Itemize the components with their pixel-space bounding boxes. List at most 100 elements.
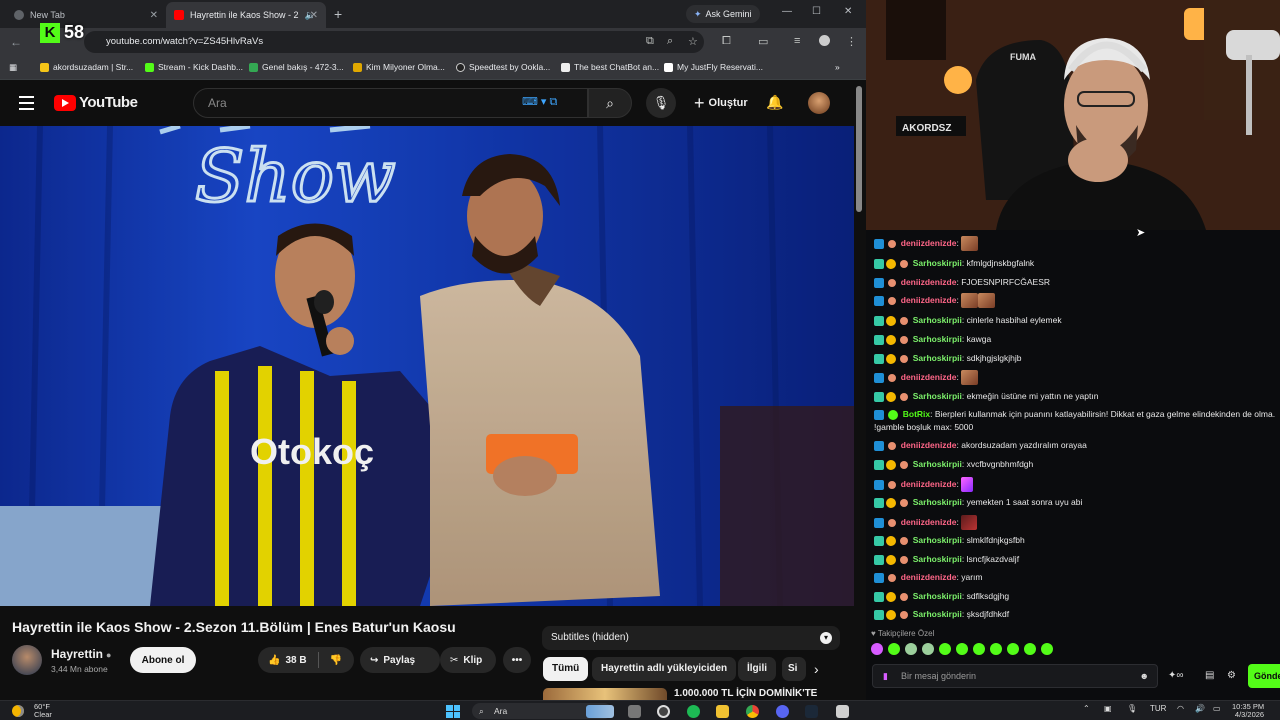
chip-all[interactable]: Tümü — [543, 657, 589, 681]
chevron-down-icon[interactable]: ▾ — [820, 632, 832, 644]
chat-username[interactable]: Sarhoskirpii — [913, 459, 962, 469]
subscribe-button[interactable]: Abone ol — [130, 647, 196, 673]
minimize-button[interactable]: — — [782, 6, 792, 17]
subtitles-panel[interactable]: Subtitles (hidden) ▾ — [542, 626, 840, 650]
bookmark-item[interactable]: akordsuzadam | Str... — [40, 62, 133, 72]
chat-username[interactable]: Sarhoskirpii — [913, 334, 962, 344]
thumbs-up-icon[interactable]: 👍 — [268, 655, 280, 666]
channel-name[interactable]: Hayrettin ● — [51, 647, 111, 661]
emote-icon[interactable] — [1007, 643, 1019, 655]
ask-gemini-button[interactable]: ✦ Ask Gemini — [686, 5, 760, 23]
address-bar[interactable]: youtube.com/watch?v=ZS45HlvRaVs — [84, 31, 704, 53]
emote-icon[interactable] — [973, 643, 985, 655]
chat-username[interactable]: deniizdenizde — [901, 479, 957, 489]
zoom-icon[interactable]: ⌕ — [667, 35, 673, 48]
more-actions-button[interactable]: ••• — [503, 647, 531, 673]
create-button[interactable]: + Oluştur — [686, 88, 756, 118]
chat-username[interactable]: deniizdenizde — [901, 277, 957, 287]
notifications-bell-icon[interactable]: 🔔 — [766, 94, 783, 111]
chip-overflow[interactable]: Si — [782, 657, 806, 681]
weather-widget[interactable]: 60°F Clear — [34, 703, 52, 719]
chat-username[interactable]: deniizdenizde — [901, 517, 957, 527]
file-explorer-icon[interactable] — [716, 705, 729, 718]
new-tab-button[interactable]: + — [334, 6, 342, 22]
app-icon[interactable] — [836, 705, 849, 718]
keyboard-icon[interactable]: ⌨ ▾ ⧉ — [522, 95, 557, 109]
close-icon[interactable]: ✕ — [310, 10, 318, 21]
clip-button[interactable]: ✂ Klip — [440, 647, 496, 673]
system-clock[interactable]: 10:35 PM 4/3/2026 — [1232, 703, 1264, 719]
emote-icon[interactable] — [888, 643, 900, 655]
chat-username[interactable]: deniizdenizde — [901, 372, 957, 382]
steam-icon[interactable] — [805, 705, 818, 718]
emote-icon[interactable] — [990, 643, 1002, 655]
close-window-button[interactable]: ✕ — [844, 6, 852, 17]
microphone-icon[interactable]: 🎙 — [1127, 704, 1137, 713]
emote-icon[interactable] — [1041, 643, 1053, 655]
tray-app-icon[interactable]: ▣ — [1104, 704, 1112, 713]
spotify-icon[interactable] — [687, 705, 700, 718]
channel-points-button[interactable]: ✦∞ — [1168, 670, 1184, 681]
chat-username[interactable]: Sarhoskirpii — [913, 315, 962, 325]
emote-icon[interactable] — [905, 643, 917, 655]
thumbs-down-icon[interactable]: 👎 — [330, 655, 342, 666]
emote-icon[interactable] — [922, 643, 934, 655]
chat-username[interactable]: Sarhoskirpii — [913, 258, 962, 268]
apps-grid-icon[interactable]: ▦ — [9, 62, 17, 73]
chip-from-uploader[interactable]: Hayrettin adlı yükleyiciden — [592, 657, 737, 681]
tab-youtube[interactable]: Hayrettin ile Kaos Show - 2 🔈 ✕ — [166, 2, 326, 28]
bookmarks-overflow-icon[interactable]: » — [835, 62, 840, 72]
chevron-right-icon[interactable]: › — [814, 661, 819, 677]
media-icon[interactable]: ≡ — [794, 35, 800, 47]
chat-username[interactable]: Sarhoskirpii — [913, 353, 962, 363]
bookmark-item[interactable]: Kim Milyoner Olma... — [353, 62, 445, 72]
voice-search-button[interactable]: 🎙 — [646, 88, 676, 118]
emote-icon[interactable] — [871, 643, 883, 655]
chat-message-input[interactable]: ▮ Bir mesaj gönderin ☻ — [872, 664, 1158, 688]
emote-icon[interactable] — [939, 643, 951, 655]
chat-username[interactable]: Sarhoskirpii — [913, 497, 962, 507]
volume-icon[interactable]: 🔊 — [1195, 704, 1205, 713]
search-button[interactable]: ⌕ — [588, 88, 632, 118]
tab-new-tab[interactable]: New Tab ✕ — [6, 2, 166, 28]
youtube-logo[interactable]: YouTube — [54, 94, 138, 111]
recommended-title[interactable]: 1.000.000 TL İÇİN DOMİNİK'TE — [674, 688, 817, 699]
chat-username[interactable]: BotRix — [903, 409, 930, 419]
bookmark-item[interactable]: Genel bakış - 472-3... — [249, 62, 344, 72]
discord-icon[interactable] — [776, 705, 789, 718]
battery-icon[interactable]: ▭ — [1213, 704, 1221, 713]
page-scrollbar[interactable] — [856, 86, 862, 212]
task-view-icon[interactable] — [628, 705, 641, 718]
recommended-thumbnail[interactable] — [543, 688, 667, 700]
chat-username[interactable]: deniizdenizde — [901, 572, 957, 582]
bookmark-item[interactable]: Stream - Kick Dashb... — [145, 62, 243, 72]
gear-icon[interactable]: ⚙ — [1227, 670, 1236, 681]
profile-icon[interactable] — [819, 35, 830, 46]
chat-username[interactable]: deniizdenizde — [901, 440, 957, 450]
channel-avatar[interactable] — [12, 645, 42, 675]
language-indicator[interactable]: TUR — [1150, 704, 1166, 713]
calendar-icon[interactable]: ▤ — [1205, 670, 1214, 681]
video-player[interactable]: Show Otokoç — [0, 126, 854, 606]
emoji-picker-icon[interactable]: ☻ — [1140, 665, 1149, 687]
steam-like-icon[interactable] — [657, 705, 670, 718]
chat-username[interactable]: Sarhoskirpii — [913, 591, 962, 601]
wifi-icon[interactable]: ◠ — [1177, 704, 1184, 713]
back-icon[interactable]: ← — [10, 35, 22, 49]
hamburger-menu-icon[interactable] — [19, 96, 34, 114]
chat-username[interactable]: deniizdenizde — [901, 295, 957, 305]
tray-overflow-icon[interactable]: ⌃ — [1083, 704, 1090, 713]
chat-username[interactable]: deniizdenizde — [901, 238, 957, 248]
like-count[interactable]: 38 B — [285, 655, 306, 666]
weather-moon-icon[interactable] — [12, 705, 24, 717]
chat-username[interactable]: Sarhoskirpii — [913, 391, 962, 401]
share-button[interactable]: ↪ Paylaş — [360, 647, 440, 673]
chat-username[interactable]: Sarhoskirpii — [913, 535, 962, 545]
extensions-icon[interactable]: ⧠ — [722, 35, 731, 48]
menu-kebab-icon[interactable]: ⋮ — [846, 35, 857, 48]
chrome-icon[interactable] — [746, 705, 759, 718]
bookmark-item[interactable]: My JustFly Reservati... — [664, 62, 763, 72]
maximize-button[interactable]: ☐ — [812, 6, 821, 17]
bookmark-star-icon[interactable]: ☆ — [688, 35, 698, 48]
chip-related[interactable]: İlgili — [738, 657, 776, 681]
